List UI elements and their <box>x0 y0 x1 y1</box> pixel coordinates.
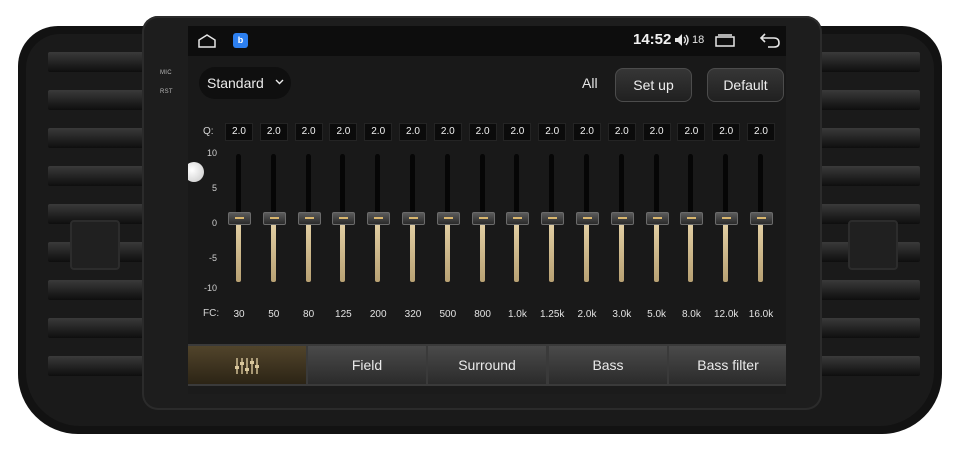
q-value-box[interactable]: 2.0 <box>364 123 393 141</box>
q-value-box[interactable]: 2.0 <box>468 123 497 141</box>
q-value-box[interactable]: 2.0 <box>607 123 636 141</box>
eq-slider-fill <box>340 218 346 282</box>
eq-slider-thumb[interactable] <box>332 212 356 225</box>
eq-slider-fill <box>444 218 450 282</box>
eq-slider-thumb[interactable] <box>297 212 321 225</box>
q-value-box[interactable]: 2.0 <box>433 123 462 141</box>
eq-slider-thumb[interactable] <box>228 212 251 225</box>
eq-slider-thumb[interactable] <box>436 212 460 225</box>
q-value-box[interactable]: 2.0 <box>259 123 288 141</box>
eq-slider-thumb[interactable] <box>367 212 391 225</box>
eq-slider-thumb[interactable] <box>506 212 530 225</box>
eq-slider-thumb[interactable] <box>715 212 739 225</box>
fc-value: 16.0k <box>748 309 774 320</box>
eq-band: 2.0 1.0k <box>502 123 532 323</box>
eq-slider-fill <box>618 218 624 282</box>
eq-band: 2.0 80 <box>294 123 324 323</box>
eq-slider-fill <box>584 218 589 282</box>
eq-band: 2.0 12.0k <box>711 123 741 323</box>
q-value-box[interactable]: 2.0 <box>747 123 775 141</box>
eq-slider-fill <box>236 218 241 282</box>
rst-label[interactable]: RST <box>160 89 173 95</box>
eq-slider-thumb[interactable] <box>541 212 565 225</box>
vent-knob-left[interactable] <box>70 220 120 270</box>
eq-slider-thumb[interactable] <box>680 212 704 225</box>
eq-slider-thumb[interactable] <box>262 212 286 225</box>
eq-slider-fill <box>688 218 694 282</box>
eq-band: 2.0 8.0k <box>676 123 706 323</box>
q-value-box[interactable]: 2.0 <box>538 123 567 141</box>
air-vent-right <box>808 52 926 382</box>
q-value-box[interactable]: 2.0 <box>712 123 741 141</box>
tab-surround[interactable]: Surround <box>428 346 546 384</box>
eq-slider-thumb[interactable] <box>610 212 634 225</box>
q-value-box[interactable]: 2.0 <box>399 123 427 141</box>
tab-field[interactable]: Field <box>308 346 426 384</box>
screen: b 14:52 18 Standard All Set up Default Q… <box>188 26 786 394</box>
eq-band: 2.0 5.0k <box>642 123 672 323</box>
eq-band: 2.0 50 <box>259 123 289 323</box>
q-value-box[interactable]: 2.0 <box>503 123 532 141</box>
tab-bass-filter[interactable]: Bass filter <box>669 346 786 384</box>
eq-band: 2.0 800 <box>468 123 498 323</box>
q-value-box[interactable]: 2.0 <box>677 123 706 141</box>
tab-bar: Field Surround Bass Enhancement Bass fil… <box>188 344 786 386</box>
screen-bottom-strip <box>188 386 786 394</box>
q-value-box[interactable]: 2.0 <box>573 123 601 141</box>
eq-slider-thumb[interactable] <box>402 212 425 225</box>
eq-band: 2.0 200 <box>363 123 393 323</box>
eq-slider-fill <box>653 218 659 282</box>
eq-slider-fill <box>305 218 311 282</box>
eq-band: 2.0 3.0k <box>607 123 637 323</box>
q-value-box[interactable]: 2.0 <box>294 123 323 141</box>
eq-band: 2.0 16.0k <box>746 123 776 323</box>
eq-slider-fill <box>723 218 729 282</box>
eq-slider-fill <box>479 218 485 282</box>
eq-slider-fill <box>549 218 555 282</box>
q-value-box[interactable]: 2.0 <box>225 123 253 141</box>
q-value-box[interactable]: 2.0 <box>642 123 671 141</box>
eq-band: 2.0 500 <box>433 123 463 323</box>
eq-slider-thumb[interactable] <box>471 212 495 225</box>
eq-slider-fill <box>758 218 763 282</box>
eq-bands: 2.0 30 2.0 50 2.0 80 2.0 125 2.0 200 2.0 320 2.0 500 2… <box>188 26 786 326</box>
eq-slider-fill <box>514 218 520 282</box>
eq-slider-thumb[interactable] <box>750 212 773 225</box>
eq-band: 2.0 30 <box>224 123 254 323</box>
equalizer-icon <box>235 358 259 374</box>
eq-band: 2.0 1.25k <box>537 123 567 323</box>
eq-slider-thumb[interactable] <box>645 212 669 225</box>
vent-knob-right[interactable] <box>848 220 898 270</box>
eq-slider-fill <box>375 218 381 282</box>
tab-bass-enhancement[interactable]: Bass Enhancement <box>549 346 667 384</box>
tab-equalizer[interactable] <box>188 346 306 384</box>
air-vent-left <box>40 52 160 382</box>
eq-band: 2.0 320 <box>398 123 428 323</box>
eq-slider-fill <box>270 218 276 282</box>
eq-slider-thumb[interactable] <box>576 212 599 225</box>
q-value-box[interactable]: 2.0 <box>329 123 358 141</box>
mic-label: MIC <box>160 70 172 76</box>
eq-slider-fill <box>410 218 415 282</box>
eq-band: 2.0 125 <box>328 123 358 323</box>
eq-band: 2.0 2.0k <box>572 123 602 323</box>
